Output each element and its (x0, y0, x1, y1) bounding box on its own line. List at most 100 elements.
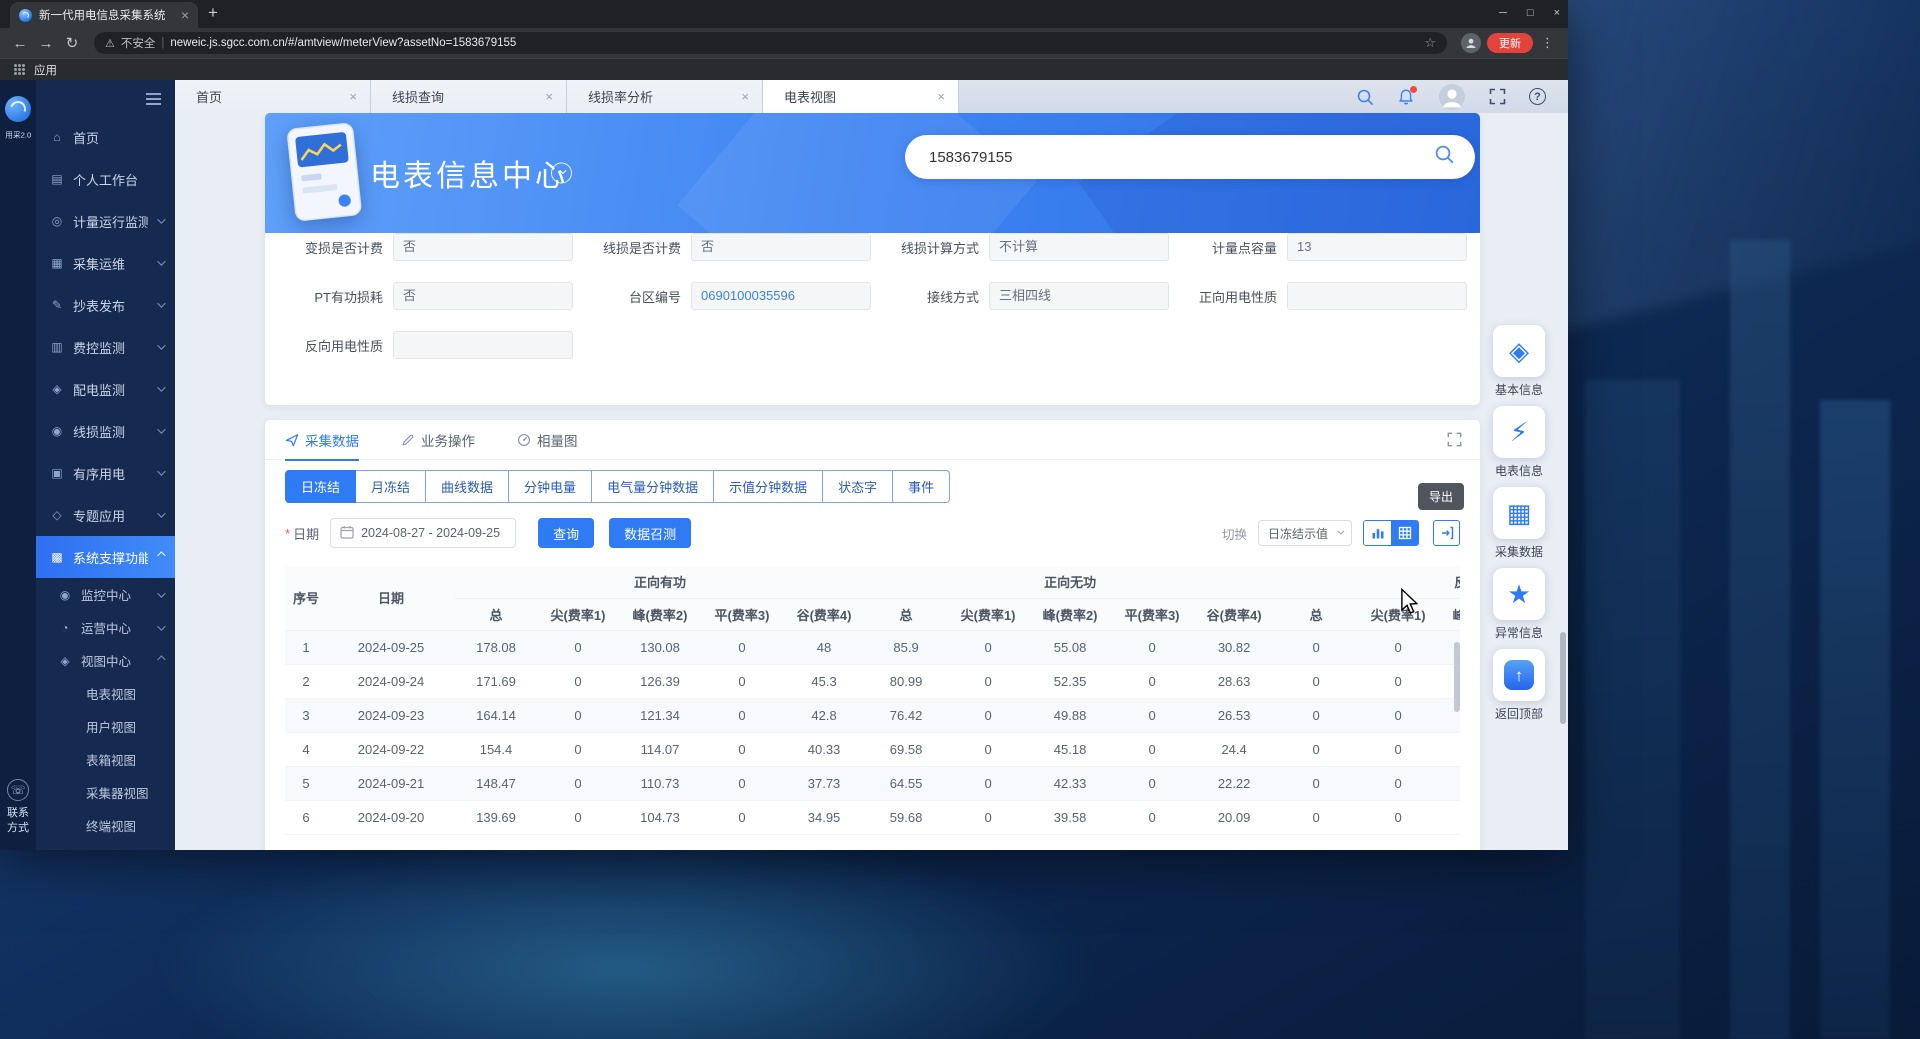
tab-close-icon[interactable]: × (181, 8, 189, 22)
date-range-input[interactable]: 2024-08-27 - 2024-09-25 (330, 518, 516, 548)
table-view-button[interactable] (1391, 521, 1418, 545)
refresh-icon[interactable]: ↻ (60, 34, 84, 52)
quick-nav-button[interactable]: ⚡ 电表信息 (1490, 406, 1548, 479)
data-type-tab[interactable]: 日冻结 (285, 470, 356, 503)
quick-nav-button[interactable]: ◈ 基本信息 (1490, 325, 1548, 398)
table-row[interactable]: 42024-09-22154.40114.07040.3369.58045.18… (285, 732, 1460, 766)
panel-expand-icon[interactable] (1447, 432, 1462, 452)
field-value[interactable]: 否 (393, 233, 573, 261)
app-tab[interactable]: 线损查询 × (371, 80, 567, 113)
search-icon[interactable] (1434, 144, 1455, 170)
bookmark-star-icon[interactable]: ☆ (1424, 35, 1436, 51)
url-bar[interactable]: ⚠ 不安全 | neweic.js.sgcc.com.cn/#/amtview/… (94, 32, 1447, 54)
sidebar-item[interactable]: 终端视图 (36, 809, 175, 842)
data-type-tab[interactable]: 电气量分钟数据 (592, 470, 714, 503)
app-tab[interactable]: 首页 × (175, 80, 371, 113)
data-recall-button[interactable]: 数据召测 (609, 518, 691, 548)
table-row[interactable]: 52024-09-21148.470110.73037.7364.55042.3… (285, 766, 1460, 800)
sidebar-item[interactable]: ▣ 有序用电 (36, 452, 175, 494)
browser-update-button[interactable]: 更新 (1487, 33, 1533, 53)
field-value[interactable] (393, 331, 573, 359)
title-chevron-icon[interactable] (551, 163, 572, 184)
field-value[interactable]: 三相四线 (989, 282, 1169, 310)
sidebar-item[interactable]: 采集器视图 (36, 776, 175, 809)
data-type-tab[interactable]: 分钟电量 (509, 470, 592, 503)
panel-tab[interactable]: 相量图 (517, 420, 578, 460)
sidebar-item[interactable]: ◈ 视图中心 (36, 644, 175, 677)
help-icon[interactable]: ? (1529, 88, 1546, 105)
table-row[interactable]: 22024-09-24171.690126.39045.380.99052.35… (285, 664, 1460, 698)
chevron-icon (157, 428, 163, 434)
quick-nav-button[interactable]: ★ 异常信息 (1490, 568, 1548, 641)
field-value[interactable]: 不计算 (989, 233, 1169, 261)
sidebar-item[interactable]: 表箱视图 (36, 743, 175, 776)
chart-view-button[interactable] (1364, 521, 1391, 545)
sidebar-item[interactable]: ▩ 系统支撑功能 (36, 536, 175, 578)
app-tab-close-icon[interactable]: × (545, 89, 553, 104)
sidebar-item[interactable]: ⌂ 首页 (36, 116, 175, 158)
panel-tab[interactable]: 业务操作 (401, 420, 475, 460)
field-value[interactable] (1287, 282, 1467, 310)
user-avatar[interactable] (1438, 83, 1466, 111)
search-icon[interactable] (1356, 88, 1374, 106)
quick-nav-button[interactable]: ▦ 采集数据 (1490, 487, 1548, 560)
sidebar-collapse-icon[interactable] (146, 93, 161, 95)
sidebar-item[interactable]: ▥ 费控监测 (36, 326, 175, 368)
view-type-select[interactable]: 日冻结示值 (1258, 520, 1352, 546)
browser-tab[interactable]: 新一代用电信息采集系统 × (10, 2, 198, 28)
sidebar-item[interactable]: 电表视图 (36, 677, 175, 710)
browser-profile-icon[interactable] (1461, 33, 1481, 53)
app-tab[interactable]: 电表视图 × (763, 80, 959, 113)
data-type-tab[interactable]: 曲线数据 (426, 470, 509, 503)
browser-menu-icon[interactable]: ⋮ (1541, 35, 1554, 51)
contact-button[interactable]: ☏ 联系 方式 (0, 779, 36, 836)
sidebar-item[interactable]: ◇ 专题应用 (36, 494, 175, 536)
contact-label-1: 联系 (0, 806, 36, 821)
export-button[interactable] (1433, 520, 1460, 546)
sidebar-item[interactable]: ◈ 配电监测 (36, 368, 175, 410)
table-scrollbar[interactable] (1454, 642, 1460, 712)
app-tab-close-icon[interactable]: × (349, 89, 357, 104)
app-tab[interactable]: 线损率分析 × (567, 80, 763, 113)
field-value[interactable]: 0690100035596 (691, 282, 871, 310)
query-button[interactable]: 查询 (538, 518, 594, 548)
fullscreen-icon[interactable] (1489, 88, 1506, 105)
field-value[interactable]: 13 (1287, 233, 1467, 261)
new-tab-button[interactable]: + (208, 3, 218, 23)
sidebar-item[interactable]: ◉ 线损监测 (36, 410, 175, 452)
sidebar-item[interactable]: ✎ 抄表发布 (36, 284, 175, 326)
bookmark-apps[interactable]: 应用 (34, 62, 57, 78)
app-logo-icon[interactable] (5, 96, 31, 122)
table-row[interactable]: 32024-09-23164.140121.34042.876.42049.88… (285, 698, 1460, 732)
back-icon[interactable]: ← (8, 35, 32, 52)
window-maximize-icon[interactable]: □ (1527, 7, 1534, 19)
page-scrollbar[interactable] (1560, 632, 1566, 724)
sidebar-item[interactable]: ◎ 计量运行监测 (36, 200, 175, 242)
apps-grid-icon[interactable] (14, 64, 25, 75)
asset-search-box[interactable]: 1583679155 (905, 135, 1475, 179)
table-row[interactable]: 12024-09-25178.080130.0804885.9055.08030… (285, 630, 1460, 664)
data-type-tab[interactable]: 月冻结 (356, 470, 426, 503)
sidebar-item[interactable]: ◉ 监控中心 (36, 578, 175, 611)
sidebar-item[interactable]: ▤ 个人工作台 (36, 158, 175, 200)
app-tab-close-icon[interactable]: × (937, 89, 945, 104)
notification-bell-icon[interactable] (1397, 88, 1415, 106)
window-close-icon[interactable]: × (1554, 7, 1560, 19)
table-cell: 26.53 (1193, 698, 1275, 732)
sidebar-item[interactable]: ▦ 采集运维 (36, 242, 175, 284)
panel-tab[interactable]: 采集数据 (285, 420, 359, 460)
sidebar-item[interactable]: ◔ 运营中心 (36, 611, 175, 644)
data-type-tab[interactable]: 事件 (893, 470, 950, 503)
data-type-tab[interactable]: 状态字 (823, 470, 893, 503)
asset-search-input[interactable]: 1583679155 (929, 149, 1434, 166)
field-value[interactable]: 否 (393, 282, 573, 310)
window-minimize-icon[interactable]: ─ (1499, 7, 1507, 19)
data-type-tab[interactable]: 示值分钟数据 (714, 470, 823, 503)
quick-nav-button[interactable]: ↑ 返回顶部 (1490, 649, 1548, 722)
field-value[interactable]: 否 (691, 233, 871, 261)
app-tab-close-icon[interactable]: × (741, 89, 749, 104)
table-row[interactable]: 62024-09-20139.690104.73034.9559.68039.5… (285, 800, 1460, 834)
forward-icon[interactable]: → (34, 35, 58, 52)
chevron-icon (157, 658, 163, 664)
sidebar-item[interactable]: 用户视图 (36, 710, 175, 743)
